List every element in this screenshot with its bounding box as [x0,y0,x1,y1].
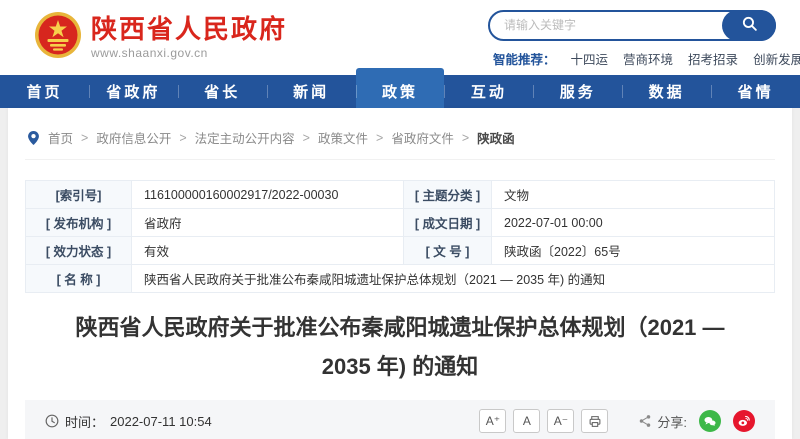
national-emblem-icon [34,11,82,64]
font-decrease-button[interactable]: A⁻ [547,409,575,433]
search-area: 智能推荐： 十四运营商环境招考招录创新发展 [488,8,800,68]
site-logo: 陕西省人民政府 www.shaanxi.gov.cn [34,11,287,64]
share-group: 分享: [638,410,755,432]
breadcrumb-item-3[interactable]: 法定主动公开内容 [195,128,295,147]
meta-table-body: [索引号] 116100000160002917/2022-00030[ 主题分类… [25,180,775,293]
content-card: 首页 > 政府信息公开 > 法定主动公开内容 > 政策文件 > 省政府文件 > 陕政函 [索引号] 1… [8,108,792,439]
breadcrumb: 首页 > 政府信息公开 > 法定主动公开内容 > 政策文件 > 省政府文件 > 陕政函 [25,108,775,160]
meta-value: 陕西省人民政府关于批准公布秦咸阳城遗址保护总体规划（2021 — 2035 年)… [131,264,775,293]
printer-icon [588,415,602,428]
print-button[interactable] [581,409,609,433]
nav-item-9[interactable]: 省情 [711,75,800,108]
meta-table-row-2: [ 发布机构 ] 省政府[ 成文日期 ] 2022-07-01 00:00 [25,208,775,237]
nav-item-1[interactable]: 首页 [0,75,89,108]
nav-item-3[interactable]: 省长 [177,75,267,108]
time-value: 2022-07-11 10:54 [110,413,212,429]
breadcrumb-separator: > [179,130,187,145]
search-input[interactable] [490,11,710,39]
recommend-link-3[interactable]: 招考招录 [688,49,738,68]
meta-label: [ 发布机构 ] [25,208,132,237]
breadcrumb-item-5[interactable]: 省政府文件 [391,128,454,147]
breadcrumb-separator: > [376,130,384,145]
site-header: 陕西省人民政府 www.shaanxi.gov.cn 智能推荐： 十四运营商环境… [0,0,800,75]
weibo-icon [737,414,751,428]
recommend-links: 十四运 营商环境 招考招录 创新发展 [571,49,800,68]
breadcrumb-item-6: 陕政函 [477,132,515,146]
breadcrumb-separator: > [302,130,310,145]
share-label: 分享: [657,414,687,430]
meta-label: [索引号] [25,180,132,209]
meta-value: 有效 [131,236,404,265]
recommend-link-1[interactable]: 十四运 [571,49,609,68]
breadcrumb-item-4[interactable]: 政策文件 [318,128,368,147]
meta-value: 陕政函〔2022〕65号 [491,236,775,265]
smart-recommend: 智能推荐： 十四运 营商环境 招考招录 创新发展 [488,49,800,68]
article-toolbar: 时间： 2022-07-11 10:54 A⁺ A A⁻ 分享: [25,400,775,439]
publish-time: 时间： 2022-07-11 10:54 [45,412,212,431]
time-label: 时间： [65,414,105,430]
nav-item-2[interactable]: 省政府 [88,75,178,108]
toolbar-actions: A⁺ A A⁻ 分享: [472,409,755,433]
breadcrumb-item-2[interactable]: 政府信息公开 [96,128,171,147]
page-body: 首页 > 政府信息公开 > 法定主动公开内容 > 政策文件 > 省政府文件 > 陕政函 [索引号] 1… [0,108,800,439]
meta-value: 116100000160002917/2022-00030 [131,180,404,209]
breadcrumb-item-1[interactable]: 首页 [48,128,73,147]
meta-label: [ 效力状态 ] [25,236,132,265]
article-title: 陕西省人民政府关于批准公布秦咸阳城遗址保护总体规划（2021 — 2035 年)… [75,315,725,379]
wechat-share-button[interactable] [699,410,721,432]
font-reset-button[interactable]: A [513,409,541,433]
site-url: www.shaanxi.gov.cn [91,45,208,60]
search-button[interactable] [722,9,776,41]
recommend-link-4[interactable]: 创新发展 [753,49,800,68]
breadcrumb-items: 首页 > 政府信息公开 > 法定主动公开内容 > 政策文件 > 省政府文件 > 陕政函 [48,128,515,147]
location-pin-icon [27,130,40,146]
font-size-buttons: A⁺ A A⁻ [472,409,575,433]
meta-label: [ 成文日期 ] [403,208,492,237]
nav-item-7[interactable]: 服务 [533,75,622,108]
wechat-icon [703,415,717,428]
main-nav: 首页 省政府 省长 新闻 政策 互动 服务 数据 省情 [0,68,800,108]
meta-value: 文物 [491,180,775,209]
breadcrumb-separator: > [461,130,470,145]
meta-value: 省政府 [131,208,404,237]
nav-item-5[interactable]: 政策 [355,68,445,108]
meta-table-row-1: [索引号] 116100000160002917/2022-00030[ 主题分类… [25,180,775,209]
meta-value: 2022-07-01 00:00 [491,208,775,237]
nav-item-4[interactable]: 新闻 [266,75,356,108]
site-name: 陕西省人民政府 [91,14,288,45]
meta-label: [ 名 称 ] [25,264,132,293]
meta-table-row-name: [ 名 称 ] 陕西省人民政府关于批准公布秦咸阳城遗址保护总体规划（2021 — … [25,264,775,293]
search-box [488,9,776,41]
meta-table-row-3: [ 效力状态 ] 有效[ 文 号 ] 陕政函〔2022〕65号 [25,236,775,265]
weibo-share-button[interactable] [733,410,755,432]
meta-table: [索引号] 116100000160002917/2022-00030[ 主题分类… [25,180,775,293]
nav-item-6[interactable]: 互动 [444,75,533,108]
search-icon [741,15,758,35]
share-nodes-icon [638,414,652,428]
recommend-link-2[interactable]: 营商环境 [623,49,673,68]
font-increase-button[interactable]: A⁺ [479,409,507,433]
clock-icon [45,414,59,428]
nav-item-8[interactable]: 数据 [622,75,711,108]
meta-label: [ 主题分类 ] [403,180,492,209]
smart-recommend-label: 智能推荐： [493,52,556,67]
meta-label: [ 文 号 ] [403,236,492,265]
breadcrumb-separator: > [81,130,89,145]
